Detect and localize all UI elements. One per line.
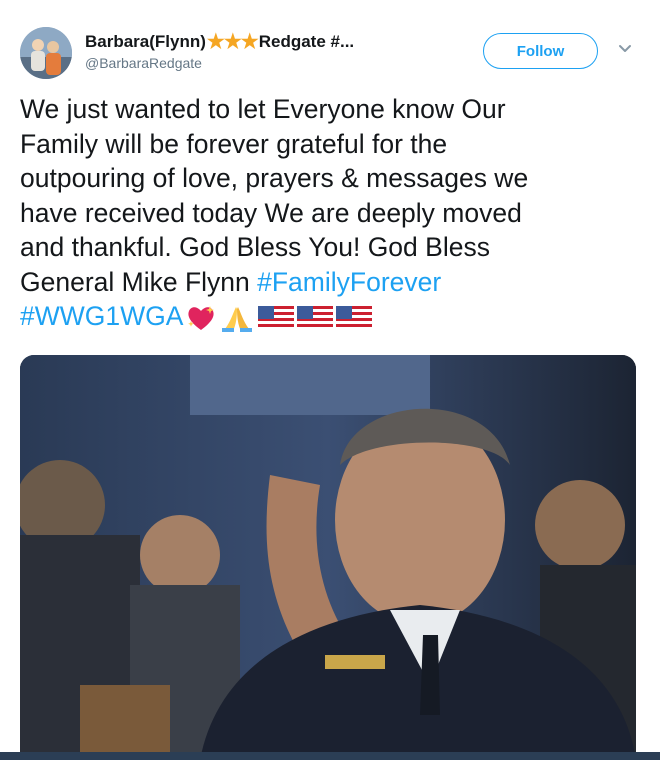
- author-name-text[interactable]: Barbara(Flynn): [85, 32, 206, 52]
- star-icons: ★★★: [206, 31, 259, 53]
- tweet-line: and thankful. God Bless You! God Bless: [20, 232, 490, 262]
- hashtag-link[interactable]: #FamilyForever: [257, 267, 441, 297]
- tweet-line: outpouring of love, prayers & messages w…: [20, 163, 529, 193]
- us-flag-icon: [336, 306, 373, 330]
- bottom-strip: [0, 752, 660, 760]
- chevron-down-icon[interactable]: [618, 44, 632, 54]
- tweet-line: We just wanted to let Everyone know Our: [20, 94, 506, 124]
- avatar[interactable]: [20, 27, 72, 79]
- author-name[interactable]: Barbara(Flynn) ★★★ Redgate #...: [85, 32, 354, 52]
- author-name-suffix[interactable]: Redgate #...: [259, 32, 354, 52]
- tweet-line-text: General Mike Flynn: [20, 266, 258, 297]
- tweet-line: Family will be forever grateful for the: [20, 128, 448, 159]
- us-flag-icon: [297, 306, 334, 330]
- us-flag-icon: [258, 306, 295, 330]
- tweet-line-with-hashtag: General Mike Flynn #FamilyForever: [20, 265, 648, 300]
- hashtag-link[interactable]: #WWG1WGA: [20, 301, 183, 331]
- praying-hands-icon: [219, 303, 255, 333]
- sparkling-heart-icon: [186, 304, 216, 332]
- tweet-line-with-hashtag: #WWG1WGA: [20, 299, 648, 334]
- tweet-text: We just wanted to let Everyone know Our …: [20, 92, 648, 334]
- tweet-photo[interactable]: [20, 355, 636, 760]
- author-handle[interactable]: @BarbaraRedgate: [85, 55, 202, 71]
- follow-button[interactable]: Follow: [483, 33, 598, 69]
- tweet-line: have received today We are deeply moved: [20, 197, 522, 228]
